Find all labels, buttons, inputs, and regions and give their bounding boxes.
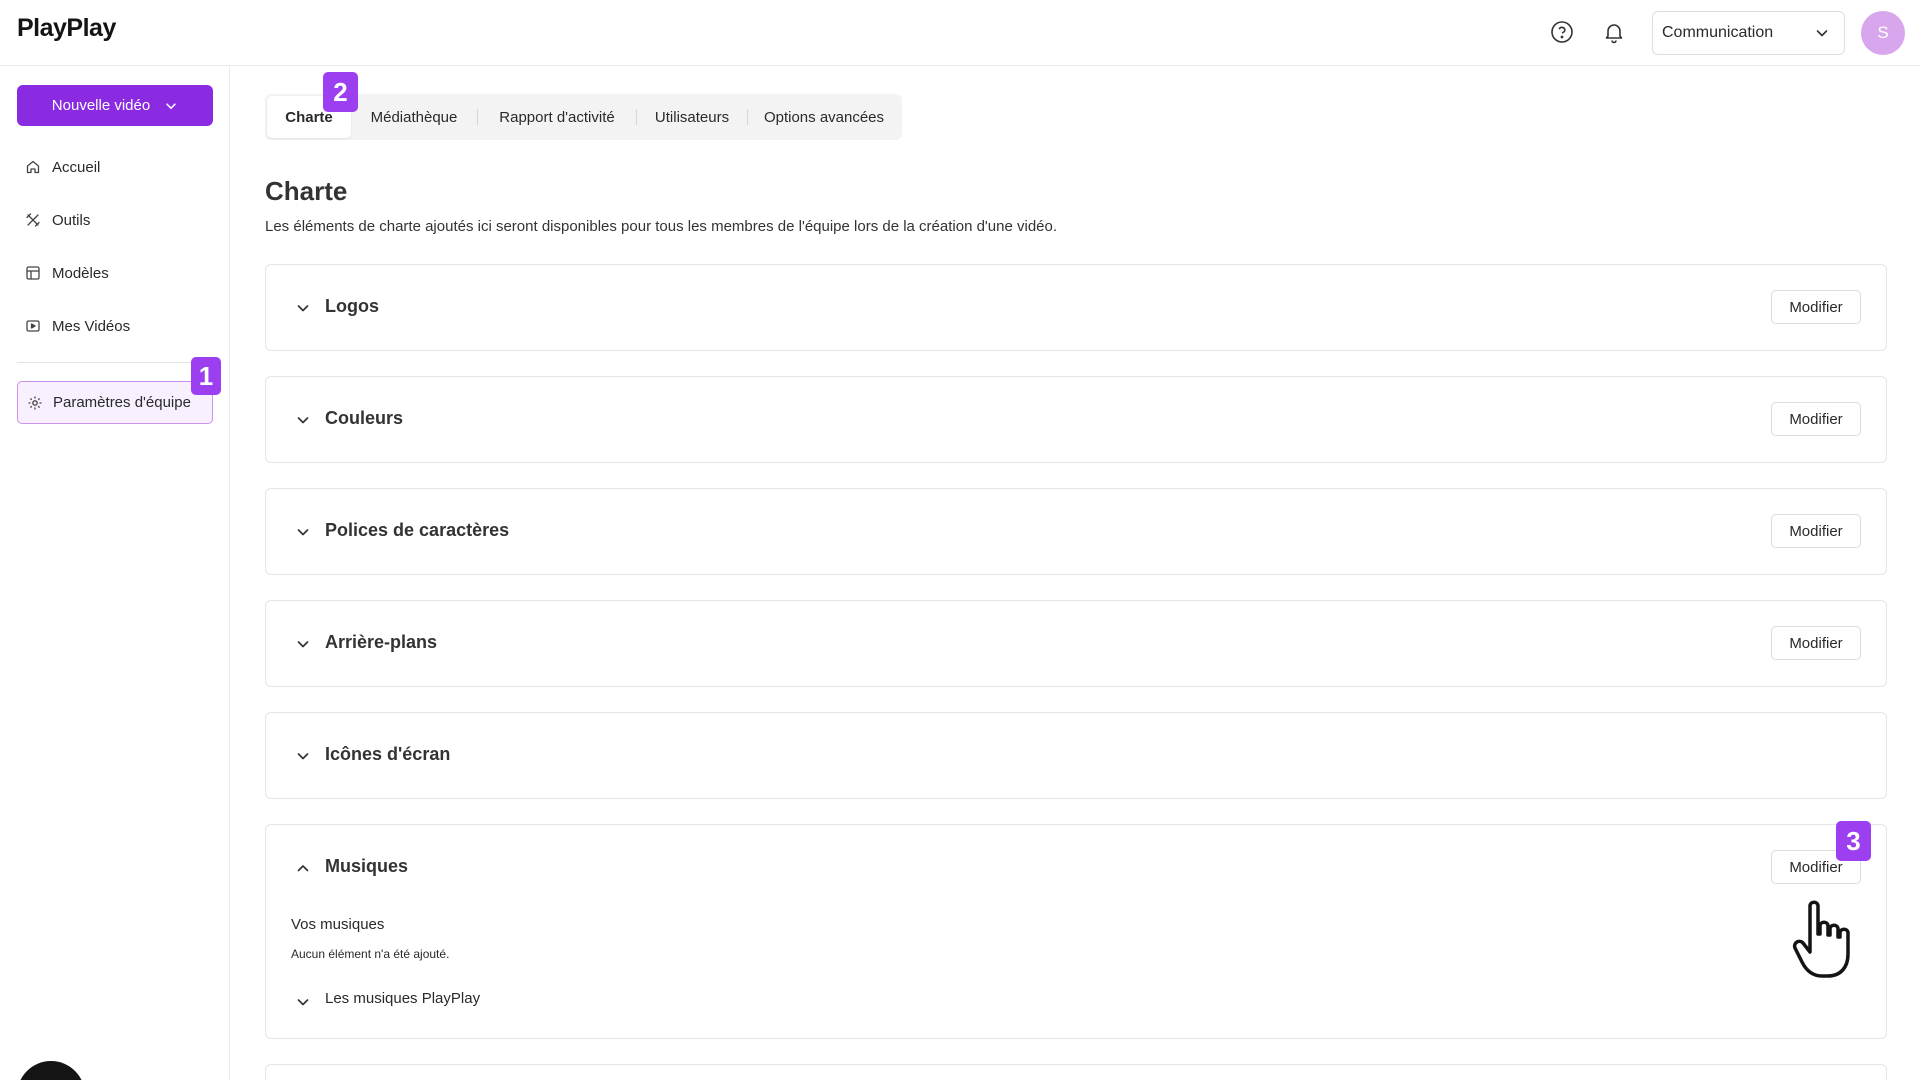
chevron-down-icon (166, 102, 176, 109)
sidebar-item-mes-videos[interactable]: Mes Vidéos (25, 313, 130, 339)
chevron-down-icon[interactable] (295, 748, 311, 764)
section-title: Arrière-plans (325, 632, 438, 652)
section-next (265, 1064, 1887, 1080)
sidebar-item-label: Mes Vidéos (52, 317, 131, 335)
chat-support-button[interactable] (17, 1061, 85, 1080)
your-music-heading: Vos musiques (291, 916, 385, 933)
new-video-label: Nouvelle vidéo (51, 97, 151, 114)
home-icon (26, 160, 40, 174)
section-title: Polices de caractères (325, 520, 510, 540)
tab-rapport-activite[interactable]: Rapport d'activité (478, 96, 636, 138)
video-icon (26, 320, 40, 332)
tools-icon (26, 213, 40, 227)
chevron-down-icon (1816, 30, 1828, 37)
section-musiques: Musiques Modifier Vos musiques Aucun élé… (265, 824, 1887, 1039)
section-polices: Polices de caractères Modifier (265, 488, 1887, 575)
section-logos: Logos Modifier (265, 264, 1887, 351)
chevron-down-icon[interactable] (295, 524, 311, 540)
sidebar-item-label: Outils (52, 211, 91, 229)
sidebar-item-label: Accueil (52, 158, 101, 176)
new-video-button[interactable]: Nouvelle vidéo (17, 85, 213, 126)
notifications-button[interactable] (1598, 16, 1630, 48)
step-badge-3: 3 (1836, 821, 1871, 861)
sidebar-item-team-settings[interactable]: Paramètres d'équipe (17, 381, 213, 424)
modify-polices-button[interactable]: Modifier (1771, 514, 1861, 548)
section-icones-ecran: Icônes d'écran (265, 712, 1887, 799)
section-title: Icônes d'écran (325, 744, 451, 764)
section-title: Logos (325, 296, 379, 316)
top-bar: PlayPlay Communication S (0, 0, 1920, 66)
team-selector[interactable]: Communication (1652, 11, 1845, 55)
page-description: Les éléments de charte ajoutés ici seron… (265, 218, 1058, 235)
hand-pointer-icon (1792, 900, 1850, 978)
gear-icon (28, 396, 42, 409)
section-title: Musiques (325, 856, 409, 876)
page-title: Charte (265, 176, 348, 206)
chevron-down-icon[interactable] (295, 994, 311, 1010)
sidebar-item-outils[interactable]: Outils (25, 207, 90, 233)
section-header[interactable]: Logos (266, 265, 1886, 350)
question-circle-icon (1551, 21, 1573, 43)
chevron-up-icon[interactable] (295, 860, 311, 876)
tab-options-avancees[interactable]: Options avancées (748, 96, 900, 138)
settings-tabs: Charte Médiathèque Rapport d'activité Ut… (265, 94, 902, 140)
sidebar-item-label: Paramètres d'équipe (53, 394, 191, 411)
section-title: Couleurs (325, 408, 404, 428)
section-header[interactable]: Polices de caractères (266, 489, 1886, 574)
sidebar-item-modeles[interactable]: Modèles (25, 260, 109, 286)
sidebar-item-label: Modèles (52, 264, 109, 282)
chevron-down-icon[interactable] (295, 636, 311, 652)
section-header[interactable]: Couleurs (266, 377, 1886, 462)
section-header[interactable]: Arrière-plans (266, 601, 1886, 686)
help-button[interactable] (1546, 16, 1578, 48)
section-header[interactable]: Icônes d'écran (266, 713, 1886, 798)
step-badge-2: 2 (323, 72, 358, 112)
section-header[interactable]: Musiques (266, 825, 1886, 910)
chevron-down-icon[interactable] (295, 300, 311, 316)
tab-mediatheque[interactable]: Médiathèque (351, 96, 477, 138)
playplay-logo[interactable]: PlayPlay (17, 14, 116, 43)
team-selector-value: Communication (1662, 24, 1774, 41)
sidebar-divider (17, 362, 213, 363)
tab-utilisateurs[interactable]: Utilisateurs (637, 96, 747, 138)
modify-logos-button[interactable]: Modifier (1771, 290, 1861, 324)
section-arriere-plans: Arrière-plans Modifier (265, 600, 1887, 687)
user-avatar[interactable]: S (1861, 11, 1905, 55)
sidebar: Nouvelle vidéo Accueil Outils Modèles Me… (0, 66, 230, 1080)
bell-icon (1605, 24, 1623, 44)
modify-arriere-plans-button[interactable]: Modifier (1771, 626, 1861, 660)
sidebar-item-accueil[interactable]: Accueil (25, 154, 100, 180)
section-couleurs: Couleurs Modifier (265, 376, 1887, 463)
modify-couleurs-button[interactable]: Modifier (1771, 402, 1861, 436)
step-badge-1: 1 (191, 357, 221, 395)
chevron-down-icon[interactable] (295, 412, 311, 428)
your-music-empty-state: Aucun élément n'a été ajouté. (291, 947, 450, 961)
templates-icon (26, 266, 40, 280)
playplay-music-toggle[interactable]: Les musiques PlayPlay (325, 990, 480, 1007)
